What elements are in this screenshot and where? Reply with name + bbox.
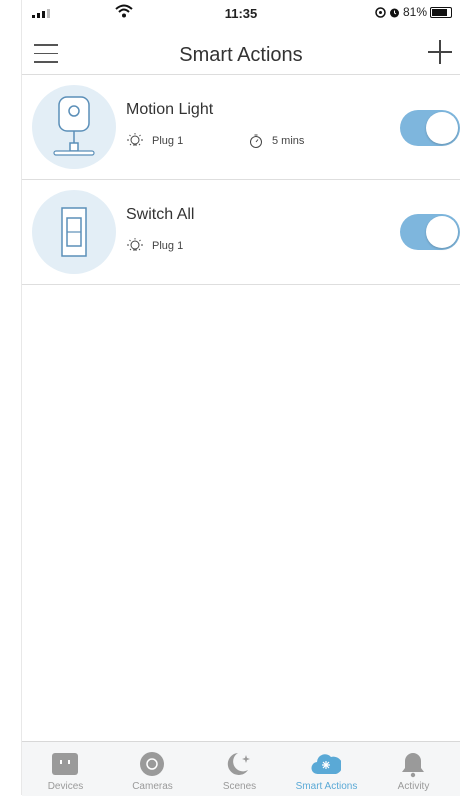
action-title: Switch All [126, 206, 195, 223]
tab-smart-actions[interactable]: Smart Actions [283, 742, 370, 796]
tab-label: Devices [47, 781, 84, 792]
status-right: 81% [375, 5, 452, 19]
tab-label: Activity [397, 781, 430, 792]
smart-cloud-icon [311, 754, 341, 775]
location-icon [375, 6, 386, 18]
tab-label: Smart Actions [295, 781, 358, 792]
battery-icon [430, 6, 452, 18]
light-bulb-icon [127, 238, 143, 251]
action-meta: Plug 1 [126, 237, 183, 255]
moon-star-icon [227, 753, 250, 775]
tab-devices[interactable]: Devices [22, 742, 109, 796]
action-trigger: Plug 1 [152, 240, 184, 252]
tab-scenes[interactable]: Scenes [196, 742, 283, 796]
tab-label: Scenes [222, 781, 257, 792]
app-screen: 11:35 81% Smart Actions Motion Light Plu… [21, 0, 460, 796]
tab-label: Cameras [132, 781, 173, 792]
action-toggle[interactable] [400, 110, 460, 146]
battery-percent: 81% [402, 5, 427, 19]
camera-icon [32, 85, 116, 169]
page-title: Smart Actions [179, 44, 303, 66]
alarm-icon [389, 8, 399, 17]
status-bar: 11:35 81% [22, 0, 460, 28]
camera-lens-icon [140, 752, 164, 776]
action-trigger: Plug 1 [152, 135, 184, 147]
add-action-button[interactable] [426, 38, 454, 66]
action-toggle[interactable] [400, 214, 460, 250]
action-meta: Plug 1 5 mins [126, 132, 304, 150]
timer-icon [250, 134, 262, 148]
action-duration: 5 mins [272, 135, 305, 147]
tab-bar: Devices Cameras Scenes Smart Actions Act… [22, 741, 460, 796]
action-row-switch-all[interactable]: Switch All Plug 1 [22, 180, 460, 285]
action-row-motion-light[interactable]: Motion Light Plug 1 5 mins [22, 75, 460, 180]
navigation-bar: Smart Actions [22, 28, 460, 75]
tab-activity[interactable]: Activity [370, 742, 457, 796]
toggle-knob [426, 216, 458, 248]
switch-icon [32, 190, 116, 274]
action-title: Motion Light [126, 101, 214, 118]
tab-cameras[interactable]: Cameras [109, 742, 196, 796]
plug-icon [52, 753, 78, 775]
light-bulb-icon [127, 133, 143, 146]
bell-icon [402, 753, 424, 778]
toggle-knob [426, 112, 458, 144]
